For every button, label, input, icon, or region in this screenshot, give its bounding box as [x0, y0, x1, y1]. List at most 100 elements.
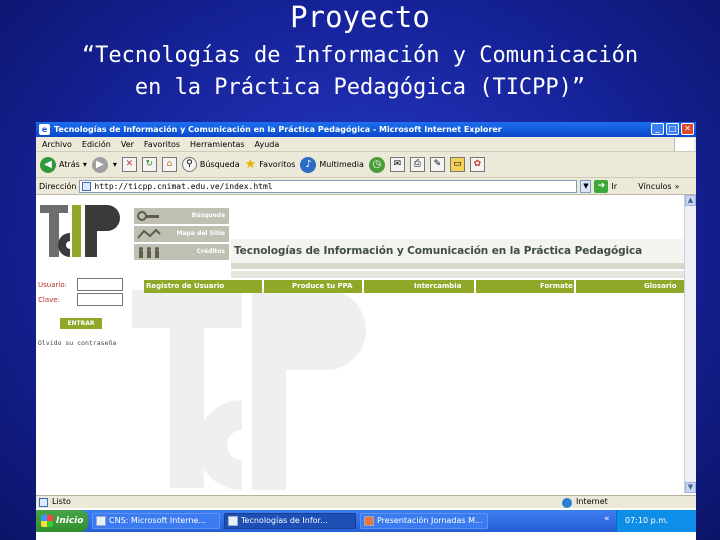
messenger-icon[interactable]: ✿	[469, 157, 485, 172]
links-label[interactable]: Vínculos	[638, 182, 672, 191]
powerpoint-icon	[364, 516, 374, 526]
web-page: Búsqueda Mapa del Sitio Créditos Tecnolo…	[36, 195, 684, 493]
banner-title: Tecnologías de Información y Comunicació…	[234, 245, 643, 257]
zone-indicator: Internet	[562, 496, 608, 508]
nav-intercambia[interactable]: Intercambia	[364, 280, 474, 293]
favorites-label: Favoritos	[259, 160, 296, 169]
back-dropdown-icon[interactable]: ▾	[83, 160, 87, 169]
main-nav: Registro de Usuario Produce tu PPA Inter…	[144, 280, 684, 293]
scroll-up-icon[interactable]: ▲	[685, 195, 696, 206]
system-tray: 07:10 p.m.	[616, 510, 696, 532]
back-button[interactable]: ◀ Atrás ▾	[40, 156, 87, 173]
side-menu-label: Búsqueda	[191, 212, 225, 219]
status-bar: Listo Internet	[36, 495, 696, 508]
side-menu-mapa[interactable]: Mapa del Sitio	[134, 226, 229, 242]
forward-arrow-icon[interactable]: ▶	[91, 156, 108, 173]
status-text: Listo	[52, 497, 71, 506]
tray-expand-icon[interactable]: «	[604, 514, 610, 524]
vertical-scrollbar[interactable]: ▲ ▼	[684, 195, 696, 493]
edit-icon[interactable]: ✎	[429, 157, 445, 172]
minimize-button[interactable]: _	[651, 123, 664, 135]
zone-text: Internet	[576, 497, 608, 506]
forward-dropdown-icon[interactable]: ▾	[113, 160, 117, 169]
logo-watermark	[122, 290, 382, 490]
nav-glosario[interactable]: Glosario	[576, 280, 684, 293]
login-button[interactable]: ENTRAR	[60, 318, 102, 329]
side-menu: Búsqueda Mapa del Sitio Créditos	[134, 208, 229, 262]
start-button[interactable]: Inicio	[36, 510, 88, 532]
taskbar-item-label: Tecnologías de Infor...	[241, 516, 328, 525]
favorites-button[interactable]: ★ Favoritos	[245, 157, 296, 172]
multimedia-label: Multimedia	[319, 160, 364, 169]
ie-window-icon	[228, 516, 238, 526]
window-controls: _ □ ✕	[651, 123, 694, 135]
globe-icon	[562, 498, 572, 508]
password-input[interactable]	[77, 293, 123, 306]
address-input[interactable]: http://ticpp.cnimat.edu.ve/index.html	[79, 179, 578, 193]
slide-title: Proyecto	[290, 0, 430, 34]
stop-icon[interactable]: ✕	[121, 157, 137, 172]
side-menu-busqueda[interactable]: Búsqueda	[134, 208, 229, 224]
menu-bar: Archivo Edición Ver Favoritos Herramient…	[36, 137, 696, 152]
taskbar-item-presentacion[interactable]: Presentación Jornadas M...	[360, 513, 488, 529]
windows-logo-icon	[674, 138, 694, 151]
multimedia-button[interactable]: ♪ Multimedia	[300, 156, 364, 173]
sitemap-icon	[137, 228, 161, 239]
search-icon: ⚲	[181, 157, 197, 172]
search-button[interactable]: ⚲ Búsqueda	[181, 157, 240, 172]
side-menu-label: Mapa del Sitio	[176, 230, 225, 237]
go-arrow-icon[interactable]: ➜	[594, 179, 609, 193]
history-icon[interactable]: ◷	[368, 156, 385, 173]
menu-archivo[interactable]: Archivo	[42, 137, 72, 151]
page-icon	[82, 181, 92, 191]
search-label: Búsqueda	[199, 160, 240, 169]
taskbar-item-label: CNS: Microsoft Interne...	[109, 516, 207, 525]
user-row: Usuario:	[38, 277, 123, 292]
slide-subtitle-line-2: en la Práctica Pedagógica (TICPP)”	[134, 75, 586, 100]
start-label: Inicio	[56, 516, 84, 526]
taskbar-item-cns[interactable]: CNS: Microsoft Interne...	[92, 513, 220, 529]
taskbar-item-ticpp[interactable]: Tecnologías de Infor...	[224, 513, 356, 529]
password-row: Clave:	[38, 292, 123, 307]
slide-subtitle-line-1: “Tecnologías de Información y Comunicaci…	[81, 43, 639, 68]
people-icon	[139, 247, 159, 258]
user-input[interactable]	[77, 278, 123, 291]
scroll-down-icon[interactable]: ▼	[685, 482, 696, 493]
go-button[interactable]: Ir	[611, 182, 617, 191]
menu-favoritos[interactable]: Favoritos	[144, 137, 180, 151]
menu-edicion[interactable]: Edición	[82, 137, 111, 151]
nav-registro[interactable]: Registro de Usuario	[144, 280, 262, 293]
back-arrow-icon: ◀	[40, 156, 56, 173]
side-menu-creditos[interactable]: Créditos	[134, 244, 229, 260]
banner-divider-light	[231, 271, 684, 278]
address-bar: Dirección http://ticpp.cnimat.edu.ve/ind…	[36, 178, 696, 195]
menu-herramientas[interactable]: Herramientas	[190, 137, 245, 151]
menu-ayuda[interactable]: Ayuda	[255, 137, 280, 151]
refresh-icon[interactable]: ↻	[141, 157, 157, 172]
close-button[interactable]: ✕	[681, 123, 694, 135]
taskbar: Inicio CNS: Microsoft Interne... Tecnolo…	[36, 510, 696, 532]
user-label: Usuario:	[38, 280, 67, 289]
home-icon[interactable]: ⌂	[161, 157, 177, 172]
nav-produce[interactable]: Produce tu PPA	[264, 280, 362, 293]
windows-flag-icon	[41, 515, 53, 527]
address-value: http://ticpp.cnimat.edu.ve/index.html	[94, 181, 273, 191]
back-label: Atrás	[59, 160, 80, 169]
links-expand-icon[interactable]: »	[675, 182, 680, 191]
page-icon	[39, 498, 48, 507]
mail-icon[interactable]: ✉	[389, 157, 405, 172]
nav-formate[interactable]: Formate	[476, 280, 574, 293]
banner-divider	[231, 263, 684, 269]
menu-ver[interactable]: Ver	[121, 137, 134, 151]
ticpp-logo	[40, 205, 120, 257]
folder-icon[interactable]: ▭	[449, 157, 465, 172]
browser-window-title: Tecnologías de Información y Comunicació…	[54, 125, 502, 134]
maximize-button[interactable]: □	[666, 123, 679, 135]
side-menu-label: Créditos	[196, 248, 225, 255]
forgot-password-link[interactable]: Olvido su contraseña	[38, 339, 116, 347]
print-icon[interactable]: ⎙	[409, 157, 425, 172]
address-dropdown-icon[interactable]: ▼	[580, 179, 592, 193]
slide-subtitle: “Tecnologías de Información y Comunicaci…	[0, 40, 720, 104]
taskbar-item-label: Presentación Jornadas M...	[377, 516, 483, 525]
media-icon: ♪	[300, 156, 317, 173]
